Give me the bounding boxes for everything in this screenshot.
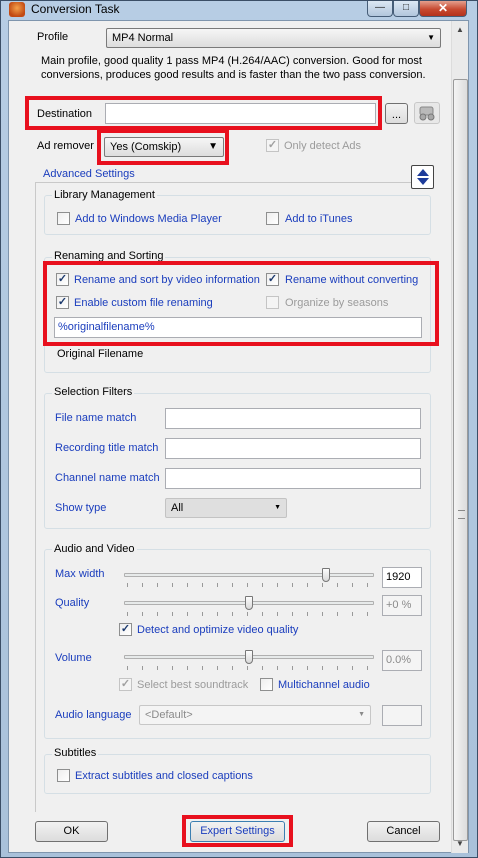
window-title: Conversion Task <box>31 2 120 16</box>
conversion-task-window: Conversion Task — □ ✕ ▲ ▼ Profile MP4 No… <box>0 0 478 858</box>
profile-select-value: MP4 Normal <box>112 32 174 44</box>
library-management-title: Library Management <box>52 189 157 201</box>
vertical-scrollbar[interactable]: ▲ ▼ <box>451 21 468 853</box>
scroll-grip-icon <box>458 510 465 519</box>
subtitles-title: Subtitles <box>52 747 99 759</box>
collapse-expand-button[interactable] <box>411 165 434 189</box>
network-drive-button[interactable] <box>414 102 440 124</box>
quality-label: Quality <box>55 597 90 609</box>
ad-remover-highlight <box>97 129 229 165</box>
chevron-down-icon: ▼ <box>427 33 435 42</box>
only-detect-ads-label: Only detect Ads <box>284 140 362 152</box>
max-width-input[interactable]: 1920 <box>382 567 422 588</box>
chevron-down-icon: ▼ <box>358 711 365 718</box>
add-to-wmp-checkbox[interactable] <box>57 212 70 225</box>
audio-language-extra-field <box>382 705 422 726</box>
max-width-slider-track[interactable] <box>124 573 374 577</box>
volume-slider-thumb[interactable] <box>245 650 253 664</box>
file-name-match-label: File name match <box>55 412 137 424</box>
add-to-itunes-checkbox[interactable] <box>266 212 279 225</box>
audio-language-select[interactable]: <Default> ▼ <box>139 705 371 725</box>
advanced-settings-link[interactable]: Advanced Settings <box>43 168 135 180</box>
cancel-button[interactable]: Cancel <box>367 821 440 842</box>
best-soundtrack-checkbox[interactable]: ✓ <box>119 678 132 691</box>
file-name-match-input[interactable] <box>165 408 421 429</box>
title-bar[interactable]: Conversion Task — □ ✕ <box>1 1 477 19</box>
ad-remover-label: Ad remover <box>37 140 94 152</box>
show-type-label: Show type <box>55 502 107 514</box>
recording-title-match-label: Recording title match <box>55 442 159 454</box>
browse-button[interactable]: ... <box>385 103 408 124</box>
recording-title-match-input[interactable] <box>165 438 421 459</box>
maximize-button[interactable]: □ <box>393 1 419 17</box>
renaming-highlight <box>43 261 439 346</box>
scroll-down-icon[interactable]: ▼ <box>452 835 468 852</box>
arrow-up-icon <box>417 169 429 176</box>
app-icon <box>9 2 25 17</box>
profile-select[interactable]: MP4 Normal ▼ <box>106 28 441 48</box>
max-width-slider-thumb[interactable] <box>322 568 331 582</box>
show-type-select-value: All <box>171 502 184 514</box>
show-type-select[interactable]: All ▼ <box>165 498 287 518</box>
minimize-button[interactable]: — <box>367 1 393 17</box>
advanced-settings-left-edge <box>35 182 36 812</box>
multichannel-audio-checkbox[interactable] <box>260 678 273 691</box>
network-drive-icon <box>419 106 435 121</box>
audio-language-select-value: <Default> <box>145 709 193 721</box>
ok-button[interactable]: OK <box>35 821 108 842</box>
max-width-slider-ticks <box>127 583 371 587</box>
advanced-settings-divider <box>35 182 431 183</box>
quality-value-field: +0 % <box>382 595 422 616</box>
best-soundtrack-label: Select best soundtrack <box>137 679 249 691</box>
chevron-down-icon: ▼ <box>274 504 281 511</box>
channel-name-match-label: Channel name match <box>55 472 160 484</box>
channel-name-match-input[interactable] <box>165 468 421 489</box>
renaming-preview: Original Filename <box>57 348 144 360</box>
destination-highlight <box>25 96 382 130</box>
scroll-up-icon[interactable]: ▲ <box>452 21 468 38</box>
multichannel-audio-label: Multichannel audio <box>278 679 370 691</box>
audio-language-label: Audio language <box>55 709 132 721</box>
add-to-wmp-label: Add to Windows Media Player <box>75 213 222 225</box>
extract-subtitles-label: Extract subtitles and closed captions <box>75 770 253 782</box>
quality-slider-ticks <box>127 612 371 616</box>
volume-label: Volume <box>55 652 92 664</box>
scroll-thumb[interactable] <box>453 79 468 841</box>
selection-filters-title: Selection Filters <box>52 386 135 398</box>
arrow-down-icon <box>417 178 429 185</box>
expert-settings-highlight <box>182 815 293 847</box>
audio-video-title: Audio and Video <box>52 543 137 555</box>
profile-description: Main profile, good quality 1 pass MP4 (H… <box>41 55 426 81</box>
quality-slider-thumb[interactable] <box>245 596 253 610</box>
max-width-label: Max width <box>55 568 105 580</box>
volume-slider-ticks <box>127 666 371 670</box>
profile-label: Profile <box>37 31 69 43</box>
volume-value-field: 0.0% <box>382 650 422 671</box>
add-to-itunes-label: Add to iTunes <box>285 213 353 225</box>
close-button[interactable]: ✕ <box>419 1 467 17</box>
extract-subtitles-checkbox[interactable] <box>57 769 70 782</box>
only-detect-ads-checkbox[interactable]: ✓ <box>266 139 279 152</box>
detect-optimize-checkbox[interactable]: ✓ <box>119 623 132 636</box>
detect-optimize-label: Detect and optimize video quality <box>137 624 299 636</box>
